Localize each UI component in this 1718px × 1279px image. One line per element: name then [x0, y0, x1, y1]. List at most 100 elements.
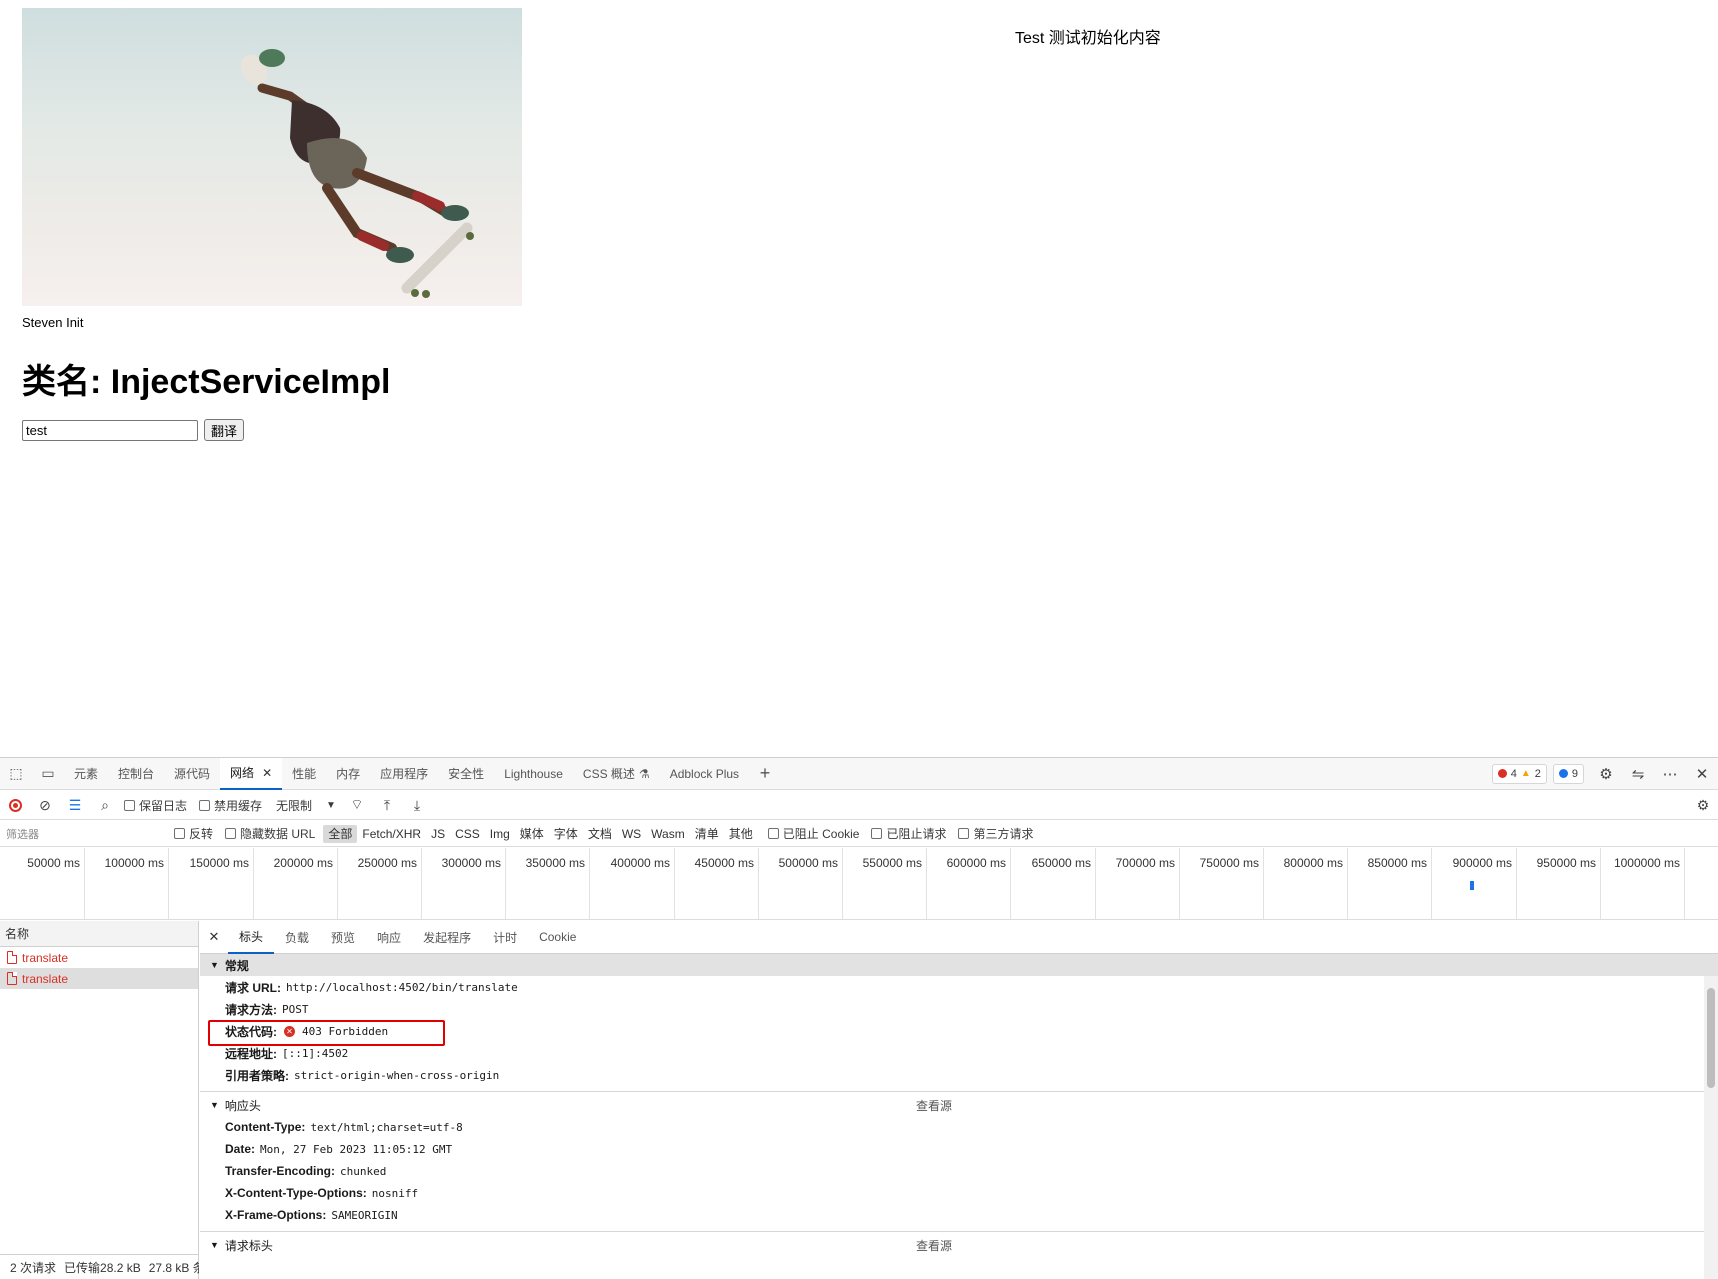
tab-payload[interactable]: 负载 — [274, 921, 320, 954]
view-source-link[interactable]: 查看源 — [916, 1237, 952, 1254]
timeline-tick-label: 600000 ms — [946, 856, 1006, 870]
invert-checkbox[interactable]: 反转 — [174, 825, 213, 842]
caption: Steven Init — [22, 315, 84, 330]
tab-network[interactable]: 网络 ✕ — [220, 757, 283, 790]
filter-type-other[interactable]: 其他 — [724, 825, 758, 843]
more-options-icon[interactable]: ⋯ — [1654, 758, 1686, 790]
tab-security[interactable]: 安全性 — [438, 758, 494, 790]
tab-response[interactable]: 响应 — [366, 921, 412, 954]
general-row: 请求方法: POST — [200, 998, 1718, 1020]
filter-type-fetch-xhr[interactable]: Fetch/XHR — [357, 825, 426, 843]
disable-cache-checkbox[interactable]: 禁用缓存 — [199, 797, 262, 814]
search-icon[interactable]: ⌕ — [90, 791, 120, 820]
tab-console[interactable]: 控制台 — [108, 758, 164, 790]
blocked-cookies-checkbox[interactable]: 已阻止 Cookie — [767, 825, 859, 842]
tab-elements[interactable]: 元素 — [64, 758, 108, 790]
customize-icon[interactable]: ⇋ — [1622, 758, 1654, 790]
more-tabs-plus-icon[interactable]: + — [749, 758, 781, 790]
response-headers-section-header[interactable]: ▼ 响应头 查看源 — [200, 1094, 1718, 1116]
request-row-selected[interactable]: translate — [0, 968, 198, 989]
filter-type-ws[interactable]: WS — [617, 825, 646, 843]
checkbox-box[interactable] — [199, 799, 211, 811]
info-message-icon — [1558, 769, 1568, 778]
detail-tabs: ✕ 标头 负载 预览 响应 发起程序 计时 Cookie — [200, 921, 1718, 954]
issue-counters[interactable]: 4 ▲ 2 — [1491, 763, 1547, 784]
tab-preview[interactable]: 预览 — [320, 921, 366, 954]
checkbox-box[interactable] — [124, 799, 135, 811]
error-count: 4 — [1510, 767, 1517, 780]
experiment-flask-icon: ⚗ — [638, 766, 650, 781]
detail-scrollbar[interactable] — [1704, 976, 1718, 1279]
settings-gear-icon[interactable]: ⚙ — [1590, 758, 1622, 790]
scrollbar-thumb[interactable] — [1707, 988, 1715, 1088]
filter-type-js[interactable]: JS — [426, 825, 450, 843]
view-source-link[interactable]: 查看源 — [916, 1097, 952, 1114]
request-name: translate — [22, 950, 69, 965]
close-detail-icon[interactable]: ✕ — [200, 929, 228, 945]
checkbox-box[interactable] — [225, 828, 237, 839]
filter-type-wasm[interactable]: Wasm — [646, 825, 690, 843]
third-party-checkbox[interactable]: 第三方请求 — [958, 825, 1034, 842]
checkbox-box[interactable] — [871, 828, 883, 839]
tab-adblock-plus[interactable]: Adblock Plus — [660, 758, 749, 790]
checkbox-box[interactable] — [174, 828, 185, 839]
filter-type-doc[interactable]: 文档 — [583, 825, 617, 843]
hide-data-url-checkbox[interactable]: 隐藏数据 URL — [225, 825, 315, 842]
tab-lighthouse[interactable]: Lighthouse — [494, 758, 573, 790]
request-headers-section-header[interactable]: ▼ 请求标头 查看源 — [200, 1234, 1718, 1256]
preserve-log-checkbox[interactable]: 保留日志 — [124, 797, 187, 814]
tab-timing[interactable]: 计时 — [482, 921, 528, 954]
close-devtools-icon[interactable]: ✕ — [1686, 758, 1718, 790]
network-conditions-icon[interactable]: ⌔ — [342, 791, 372, 820]
timeline-tick-label: 650000 ms — [1031, 856, 1091, 870]
filter-type-font[interactable]: 字体 — [549, 825, 583, 843]
filter-type-css[interactable]: CSS — [450, 825, 485, 843]
timeline-tick-label: 150000 ms — [189, 856, 249, 870]
timeline-tick-label: 1000000 ms — [1613, 856, 1680, 870]
export-har-icon[interactable]: ⤓ — [402, 791, 432, 820]
filter-type-manifest[interactable]: 清单 — [690, 825, 724, 843]
tab-headers[interactable]: 标头 — [228, 921, 275, 954]
inspect-icon[interactable]: ⬚ — [0, 758, 32, 790]
timeline-tick-label: 500000 ms — [778, 856, 838, 870]
translate-input[interactable] — [22, 420, 198, 441]
filter-type-media[interactable]: 媒体 — [515, 825, 549, 843]
tab-network-label: 网络 — [230, 766, 255, 780]
tab-memory[interactable]: 内存 — [326, 758, 370, 790]
import-har-icon[interactable]: ⤒ — [372, 791, 402, 820]
request-headers-title: 请求标头 — [224, 1238, 273, 1253]
tab-cookies[interactable]: Cookie — [528, 921, 587, 954]
filter-input[interactable]: 筛选器 — [0, 822, 170, 846]
header-value: Mon, 27 Feb 2023 11:05:12 GMT — [260, 1142, 453, 1156]
tab-application[interactable]: 应用程序 — [370, 758, 438, 790]
checkbox-box[interactable] — [958, 828, 970, 839]
network-toolbar: ⊘ ☰ ⌕ 保留日志 禁用缓存 无限制 ▼ ⌔ ⤒ ⤓ ⚙ — [0, 791, 1718, 820]
record-stop-icon[interactable] — [0, 791, 30, 820]
info-counter[interactable]: 9 — [1552, 763, 1584, 784]
tab-css-overview[interactable]: CSS 概述 ⚗ — [573, 758, 660, 790]
throttle-select[interactable]: 无限制 ▼ — [270, 794, 342, 816]
request-row[interactable]: translate — [0, 947, 198, 968]
tab-sources[interactable]: 源代码 — [164, 758, 220, 790]
device-toolbar-icon[interactable]: ▭ — [32, 758, 64, 790]
filter-icon[interactable]: ☰ — [60, 791, 90, 820]
general-section-header[interactable]: ▼ 常规 — [200, 954, 1718, 976]
name-column-header[interactable]: 名称 — [0, 921, 198, 947]
checkbox-box[interactable] — [767, 828, 779, 839]
clear-icon[interactable]: ⊘ — [30, 791, 60, 820]
tab-performance[interactable]: 性能 — [282, 758, 326, 790]
info-count: 9 — [1571, 767, 1578, 780]
timeline-overview[interactable]: 50000 ms 100000 ms 150000 ms 200000 ms 25000… — [0, 848, 1718, 920]
chevron-down-icon: ▼ — [326, 799, 336, 811]
top-text: Test 测试初始化内容 — [1015, 30, 1161, 47]
blocked-requests-label: 已阻止请求 — [886, 827, 947, 841]
tab-initiator[interactable]: 发起程序 — [412, 921, 482, 954]
filter-type-img[interactable]: Img — [485, 825, 515, 843]
blocked-requests-checkbox[interactable]: 已阻止请求 — [871, 825, 946, 842]
close-tab-icon[interactable]: ✕ — [262, 766, 272, 780]
translate-button[interactable]: 翻译 — [204, 419, 245, 441]
timeline-gridline — [1684, 848, 1685, 919]
network-settings-gear-icon[interactable]: ⚙ — [1688, 791, 1718, 820]
preserve-log-label: 保留日志 — [139, 798, 188, 813]
filter-type-all[interactable]: 全部 — [323, 824, 358, 843]
